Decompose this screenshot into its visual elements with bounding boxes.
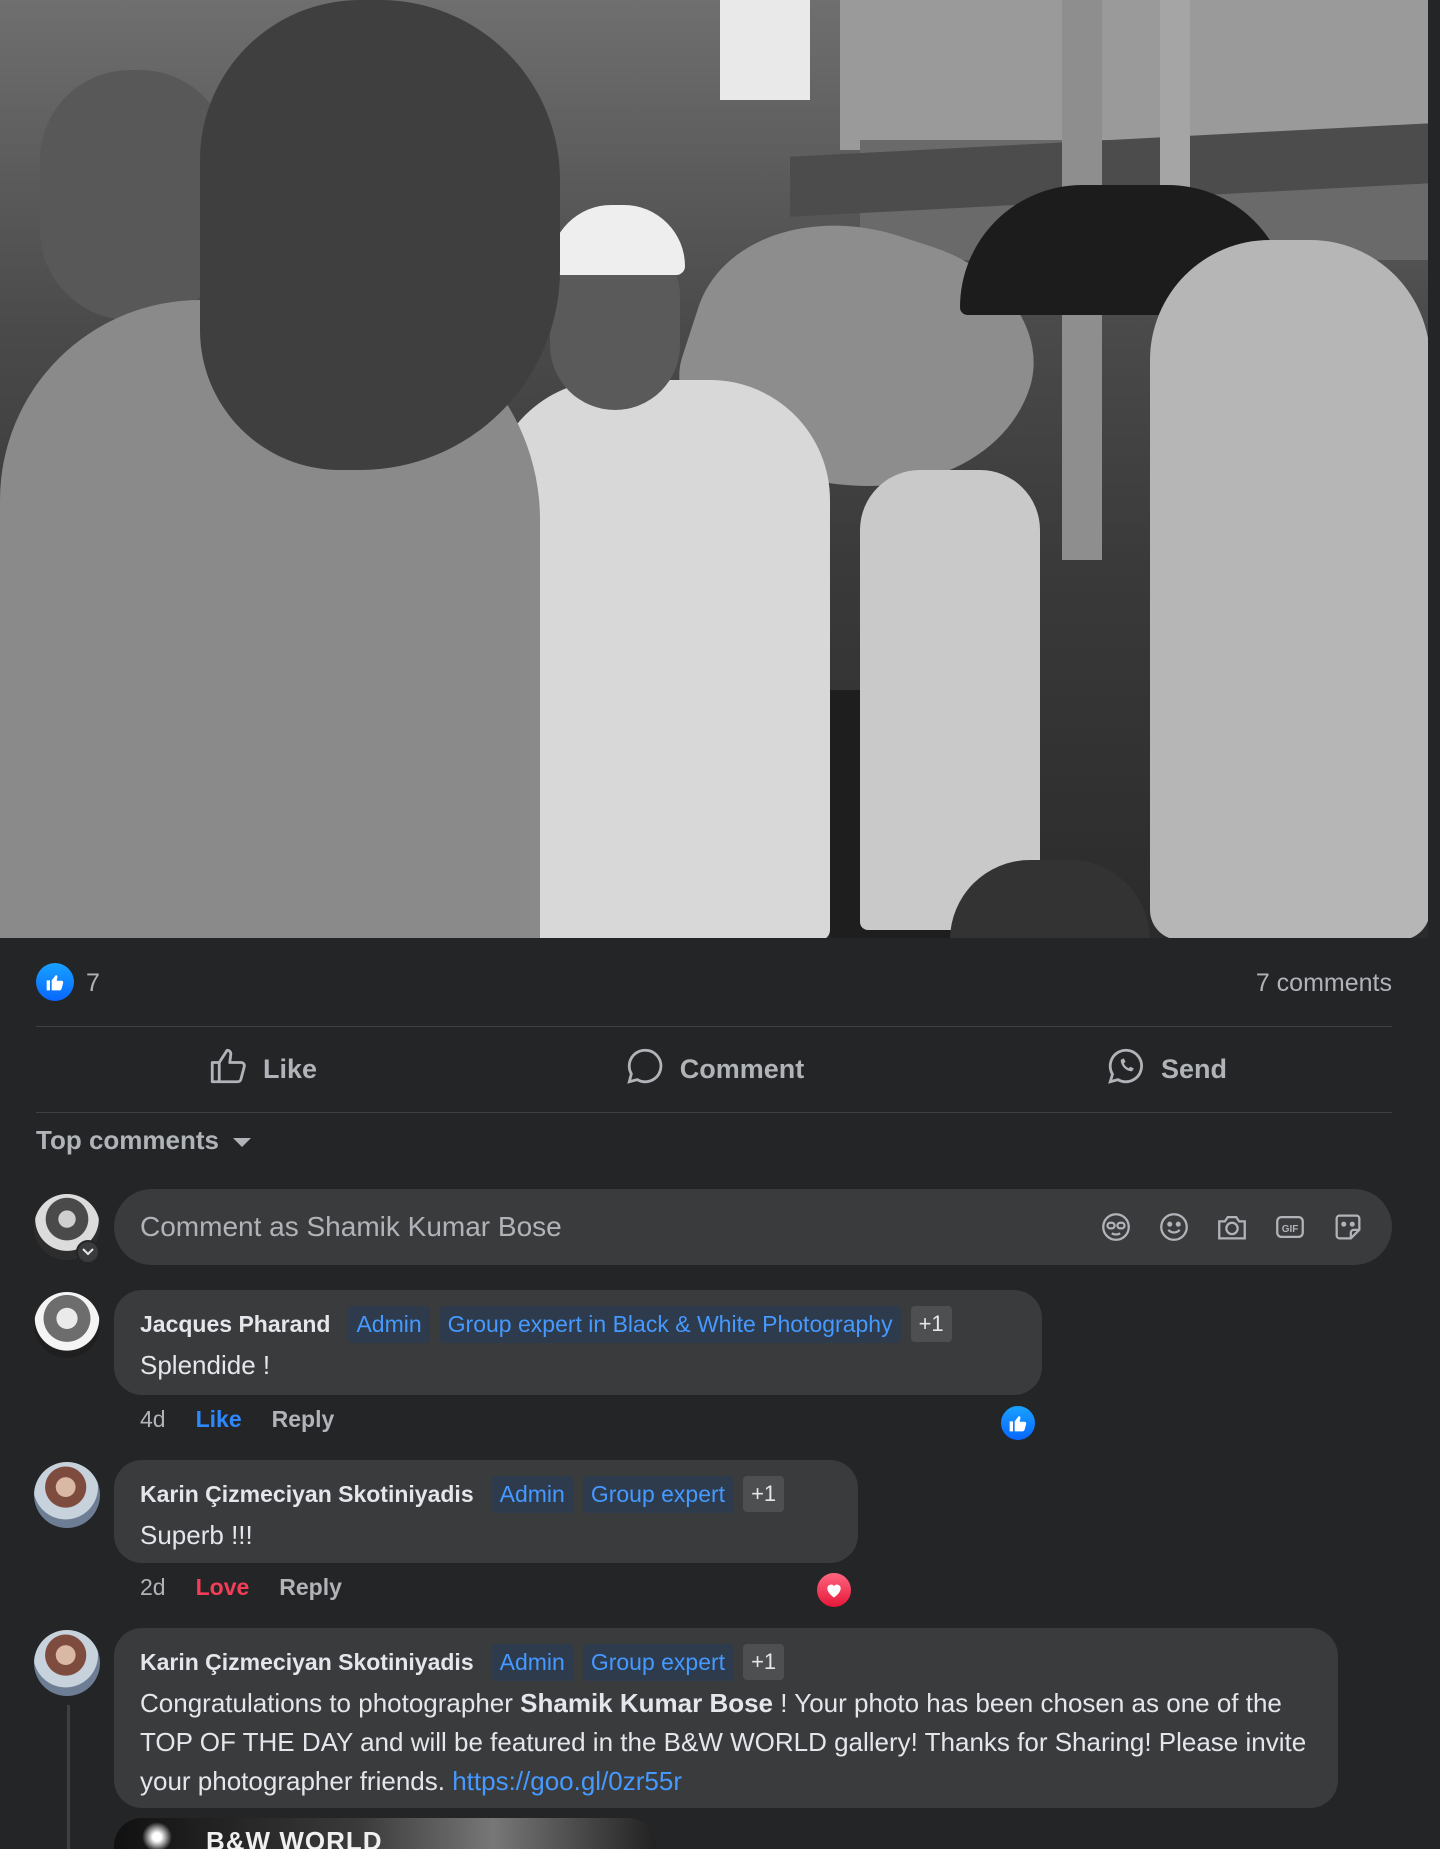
group-expert-badge[interactable]: Group expert — [582, 1643, 734, 1681]
send-button[interactable]: Send — [940, 1032, 1392, 1106]
more-badges-button[interactable]: +1 — [743, 1476, 785, 1512]
avatar-menu-chevron-icon[interactable] — [76, 1240, 100, 1264]
tagged-user[interactable]: Shamik Kumar Bose — [520, 1688, 773, 1718]
post-photo[interactable] — [0, 0, 1428, 938]
group-expert-badge[interactable]: Group expert — [582, 1475, 734, 1513]
comment-header: Karin Çizmeciyan Skotiniyadis Admin Grou… — [140, 1474, 832, 1514]
like-reaction-icon[interactable] — [999, 1404, 1037, 1442]
comment-text: Superb !!! — [140, 1520, 253, 1550]
send-button-label: Send — [1160, 1053, 1227, 1084]
commenter-avatar[interactable] — [34, 1462, 100, 1528]
comment-timestamp[interactable]: 2d — [140, 1574, 166, 1601]
emoji-icon[interactable] — [1156, 1209, 1192, 1245]
reaction-count[interactable]: 7 — [86, 969, 100, 998]
comment-bubble: Karin Çizmeciyan Skotiniyadis Admin Grou… — [114, 1460, 858, 1563]
photo-foreground-head — [200, 0, 560, 470]
attachment-title: B&W WORLD — [206, 1826, 383, 1849]
comment-text-prefix: Congratulations to photographer — [140, 1688, 521, 1718]
comment-button-label: Comment — [679, 1053, 805, 1084]
comment-reply-button[interactable]: Reply — [279, 1574, 342, 1601]
svg-text:GIF: GIF — [1282, 1224, 1299, 1235]
comment-button[interactable]: Comment — [488, 1032, 940, 1106]
comment-actions: 4d Like Reply — [140, 1406, 334, 1433]
photo-man-coat — [490, 380, 830, 938]
more-badges-button[interactable]: +1 — [743, 1644, 785, 1680]
comment-header: Karin Çizmeciyan Skotiniyadis Admin Grou… — [140, 1642, 1312, 1682]
photo-sky — [720, 0, 810, 100]
photo-cap — [550, 205, 685, 275]
comment-like-button[interactable]: Like — [196, 1406, 242, 1433]
comment-love-button[interactable]: Love — [196, 1574, 250, 1601]
comment-author[interactable]: Jacques Pharand — [140, 1311, 330, 1338]
divider — [36, 1112, 1392, 1113]
commenter-avatar[interactable] — [34, 1292, 100, 1358]
divider — [36, 1026, 1392, 1027]
comment-text: Splendide ! — [140, 1350, 271, 1380]
reply-thread-line — [67, 1705, 70, 1849]
commenter-avatar[interactable] — [34, 1630, 100, 1696]
group-expert-badge[interactable]: Group expert in Black & White Photograph… — [439, 1305, 901, 1343]
gif-icon[interactable]: GIF — [1272, 1209, 1308, 1245]
comment-author[interactable]: Karin Çizmeciyan Skotiniyadis — [140, 1649, 474, 1676]
composer-tools: GIF — [1098, 1209, 1366, 1245]
thumbs-up-icon — [207, 1045, 249, 1094]
comment-attachment-image[interactable]: B&W WORLD — [114, 1818, 656, 1849]
like-button-label: Like — [262, 1053, 318, 1084]
comment-bubble: Jacques Pharand Admin Group expert in Bl… — [114, 1290, 1042, 1395]
comment-link[interactable]: https://goo.gl/0zr55r — [452, 1766, 682, 1796]
comment-sort-dropdown[interactable]: Top comments — [36, 1125, 253, 1156]
comment-timestamp[interactable]: 4d — [140, 1406, 166, 1433]
reactions-summary: 7 7 comments — [36, 963, 1392, 1003]
comment-bubble-icon — [624, 1045, 666, 1094]
like-button[interactable]: Like — [36, 1032, 488, 1106]
comment-header: Jacques Pharand Admin Group expert in Bl… — [140, 1304, 1016, 1344]
admin-badge[interactable]: Admin — [491, 1643, 573, 1681]
like-reaction-icon[interactable] — [36, 963, 74, 1001]
comment-bubble: Karin Çizmeciyan Skotiniyadis Admin Grou… — [114, 1628, 1338, 1808]
comment-text: Congratulations to photographer Shamik K… — [140, 1684, 1312, 1801]
whatsapp-icon — [1105, 1045, 1147, 1094]
post-actions: Like Comment Send — [36, 1032, 1392, 1106]
more-badges-button[interactable]: +1 — [910, 1306, 952, 1342]
comment-sort-label: Top comments — [36, 1125, 219, 1155]
photo-raincoat-figure — [1150, 240, 1428, 938]
sticker-icon[interactable] — [1330, 1209, 1366, 1245]
comment-input[interactable] — [140, 1211, 1098, 1243]
caret-down-icon — [231, 1125, 253, 1156]
sparkle-graphic — [142, 1822, 172, 1849]
camera-icon[interactable] — [1214, 1209, 1250, 1245]
comment-composer[interactable]: GIF — [114, 1189, 1392, 1265]
comments-count[interactable]: 7 comments — [1256, 969, 1392, 998]
comment-reply-button[interactable]: Reply — [272, 1406, 335, 1433]
heart-reaction-icon[interactable] — [815, 1571, 853, 1609]
comment-author[interactable]: Karin Çizmeciyan Skotiniyadis — [140, 1481, 474, 1508]
avatar-sticker-icon[interactable] — [1098, 1209, 1134, 1245]
comment-actions: 2d Love Reply — [140, 1574, 342, 1601]
admin-badge[interactable]: Admin — [348, 1305, 430, 1343]
admin-badge[interactable]: Admin — [491, 1475, 573, 1513]
